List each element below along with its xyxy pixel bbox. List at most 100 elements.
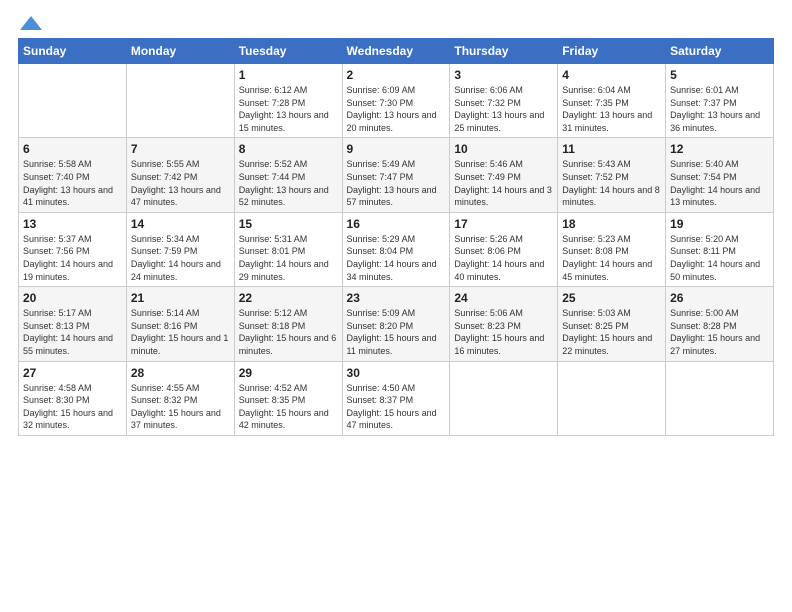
day-info: Sunrise: 5:14 AM Sunset: 8:16 PM Dayligh… xyxy=(131,307,230,357)
day-number: 7 xyxy=(131,142,230,156)
weekday-header-thursday: Thursday xyxy=(450,39,558,64)
day-number: 18 xyxy=(562,217,661,231)
calendar-cell: 13 Sunrise: 5:37 AM Sunset: 7:56 PM Dayli… xyxy=(19,212,127,286)
day-info: Sunrise: 6:12 AM Sunset: 7:28 PM Dayligh… xyxy=(239,84,338,134)
day-info: Sunrise: 5:23 AM Sunset: 8:08 PM Dayligh… xyxy=(562,233,661,283)
day-info: Sunrise: 5:26 AM Sunset: 8:06 PM Dayligh… xyxy=(454,233,553,283)
calendar-cell: 9 Sunrise: 5:49 AM Sunset: 7:47 PM Daylig… xyxy=(342,138,450,212)
day-info: Sunrise: 5:52 AM Sunset: 7:44 PM Dayligh… xyxy=(239,158,338,208)
day-number: 24 xyxy=(454,291,553,305)
calendar-cell: 6 Sunrise: 5:58 AM Sunset: 7:40 PM Daylig… xyxy=(19,138,127,212)
day-number: 12 xyxy=(670,142,769,156)
day-info: Sunrise: 4:50 AM Sunset: 8:37 PM Dayligh… xyxy=(347,382,446,432)
day-info: Sunrise: 5:17 AM Sunset: 8:13 PM Dayligh… xyxy=(23,307,122,357)
calendar-cell: 2Sunrise: 6:09 AM Sunset: 7:30 PM Daylig… xyxy=(342,64,450,138)
day-info: Sunrise: 5:06 AM Sunset: 8:23 PM Dayligh… xyxy=(454,307,553,357)
day-number: 14 xyxy=(131,217,230,231)
calendar-cell: 17 Sunrise: 5:26 AM Sunset: 8:06 PM Dayli… xyxy=(450,212,558,286)
calendar-cell: 26 Sunrise: 5:00 AM Sunset: 8:28 PM Dayli… xyxy=(666,287,774,361)
logo-icon xyxy=(20,16,42,30)
day-info: Sunrise: 6:06 AM Sunset: 7:32 PM Dayligh… xyxy=(454,84,553,134)
day-info: Sunrise: 5:00 AM Sunset: 8:28 PM Dayligh… xyxy=(670,307,769,357)
calendar-cell: 24 Sunrise: 5:06 AM Sunset: 8:23 PM Dayli… xyxy=(450,287,558,361)
weekday-header-sunday: Sunday xyxy=(19,39,127,64)
day-number: 20 xyxy=(23,291,122,305)
day-info: Sunrise: 5:55 AM Sunset: 7:42 PM Dayligh… xyxy=(131,158,230,208)
day-info: Sunrise: 5:58 AM Sunset: 7:40 PM Dayligh… xyxy=(23,158,122,208)
calendar-cell xyxy=(666,361,774,435)
day-number: 11 xyxy=(562,142,661,156)
calendar-cell: 21 Sunrise: 5:14 AM Sunset: 8:16 PM Dayli… xyxy=(126,287,234,361)
day-number: 8 xyxy=(239,142,338,156)
weekday-header-tuesday: Tuesday xyxy=(234,39,342,64)
day-number: 22 xyxy=(239,291,338,305)
day-number: 30 xyxy=(347,366,446,380)
day-info: Sunrise: 5:20 AM Sunset: 8:11 PM Dayligh… xyxy=(670,233,769,283)
logo xyxy=(18,16,42,28)
day-info: Sunrise: 5:34 AM Sunset: 7:59 PM Dayligh… xyxy=(131,233,230,283)
day-number: 2 xyxy=(347,68,446,82)
calendar-cell: 3 Sunrise: 6:06 AM Sunset: 7:32 PM Daylig… xyxy=(450,64,558,138)
day-info: Sunrise: 6:01 AM Sunset: 7:37 PM Dayligh… xyxy=(670,84,769,134)
calendar-cell: 5 Sunrise: 6:01 AM Sunset: 7:37 PM Daylig… xyxy=(666,64,774,138)
day-info: Sunrise: 5:49 AM Sunset: 7:47 PM Dayligh… xyxy=(347,158,446,208)
day-number: 28 xyxy=(131,366,230,380)
calendar-cell: 12 Sunrise: 5:40 AM Sunset: 7:54 PM Dayli… xyxy=(666,138,774,212)
day-info: Sunrise: 5:43 AM Sunset: 7:52 PM Dayligh… xyxy=(562,158,661,208)
day-info: Sunrise: 5:29 AM Sunset: 8:04 PM Dayligh… xyxy=(347,233,446,283)
calendar-cell: 7 Sunrise: 5:55 AM Sunset: 7:42 PM Daylig… xyxy=(126,138,234,212)
day-number: 16 xyxy=(347,217,446,231)
weekday-header-saturday: Saturday xyxy=(666,39,774,64)
day-info: Sunrise: 5:09 AM Sunset: 8:20 PM Dayligh… xyxy=(347,307,446,357)
day-number: 9 xyxy=(347,142,446,156)
calendar-cell: 16 Sunrise: 5:29 AM Sunset: 8:04 PM Dayli… xyxy=(342,212,450,286)
weekday-header-friday: Friday xyxy=(558,39,666,64)
day-number: 15 xyxy=(239,217,338,231)
calendar-cell: 18 Sunrise: 5:23 AM Sunset: 8:08 PM Dayli… xyxy=(558,212,666,286)
calendar-cell: 29 Sunrise: 4:52 AM Sunset: 8:35 PM Dayli… xyxy=(234,361,342,435)
calendar-table: SundayMondayTuesdayWednesdayThursdayFrid… xyxy=(18,38,774,436)
calendar-cell: 11 Sunrise: 5:43 AM Sunset: 7:52 PM Dayli… xyxy=(558,138,666,212)
day-info: Sunrise: 4:52 AM Sunset: 8:35 PM Dayligh… xyxy=(239,382,338,432)
day-number: 10 xyxy=(454,142,553,156)
day-number: 26 xyxy=(670,291,769,305)
day-number: 25 xyxy=(562,291,661,305)
day-info: Sunrise: 5:46 AM Sunset: 7:49 PM Dayligh… xyxy=(454,158,553,208)
day-number: 5 xyxy=(670,68,769,82)
weekday-header-wednesday: Wednesday xyxy=(342,39,450,64)
day-info: Sunrise: 5:40 AM Sunset: 7:54 PM Dayligh… xyxy=(670,158,769,208)
day-number: 23 xyxy=(347,291,446,305)
day-number: 6 xyxy=(23,142,122,156)
header xyxy=(18,16,774,28)
calendar-cell xyxy=(126,64,234,138)
day-info: Sunrise: 4:55 AM Sunset: 8:32 PM Dayligh… xyxy=(131,382,230,432)
calendar-cell: 4 Sunrise: 6:04 AM Sunset: 7:35 PM Daylig… xyxy=(558,64,666,138)
calendar-cell: 8 Sunrise: 5:52 AM Sunset: 7:44 PM Daylig… xyxy=(234,138,342,212)
day-info: Sunrise: 5:31 AM Sunset: 8:01 PM Dayligh… xyxy=(239,233,338,283)
day-info: Sunrise: 5:37 AM Sunset: 7:56 PM Dayligh… xyxy=(23,233,122,283)
calendar-cell: 30 Sunrise: 4:50 AM Sunset: 8:37 PM Dayli… xyxy=(342,361,450,435)
day-info: Sunrise: 5:03 AM Sunset: 8:25 PM Dayligh… xyxy=(562,307,661,357)
calendar-cell: 20 Sunrise: 5:17 AM Sunset: 8:13 PM Dayli… xyxy=(19,287,127,361)
calendar-cell: 10 Sunrise: 5:46 AM Sunset: 7:49 PM Dayli… xyxy=(450,138,558,212)
day-number: 4 xyxy=(562,68,661,82)
calendar-cell: 27 Sunrise: 4:58 AM Sunset: 8:30 PM Dayli… xyxy=(19,361,127,435)
calendar-cell: 28 Sunrise: 4:55 AM Sunset: 8:32 PM Dayli… xyxy=(126,361,234,435)
weekday-header-monday: Monday xyxy=(126,39,234,64)
calendar-cell: 14 Sunrise: 5:34 AM Sunset: 7:59 PM Dayli… xyxy=(126,212,234,286)
day-info: Sunrise: 4:58 AM Sunset: 8:30 PM Dayligh… xyxy=(23,382,122,432)
day-number: 17 xyxy=(454,217,553,231)
calendar-cell: 1Sunrise: 6:12 AM Sunset: 7:28 PM Daylig… xyxy=(234,64,342,138)
calendar-cell: 15 Sunrise: 5:31 AM Sunset: 8:01 PM Dayli… xyxy=(234,212,342,286)
day-number: 27 xyxy=(23,366,122,380)
calendar-cell xyxy=(450,361,558,435)
calendar-cell: 23 Sunrise: 5:09 AM Sunset: 8:20 PM Dayli… xyxy=(342,287,450,361)
day-number: 29 xyxy=(239,366,338,380)
day-number: 3 xyxy=(454,68,553,82)
day-number: 21 xyxy=(131,291,230,305)
day-number: 13 xyxy=(23,217,122,231)
page: SundayMondayTuesdayWednesdayThursdayFrid… xyxy=(0,0,792,612)
day-number: 19 xyxy=(670,217,769,231)
calendar-cell: 25 Sunrise: 5:03 AM Sunset: 8:25 PM Dayli… xyxy=(558,287,666,361)
day-info: Sunrise: 6:04 AM Sunset: 7:35 PM Dayligh… xyxy=(562,84,661,134)
